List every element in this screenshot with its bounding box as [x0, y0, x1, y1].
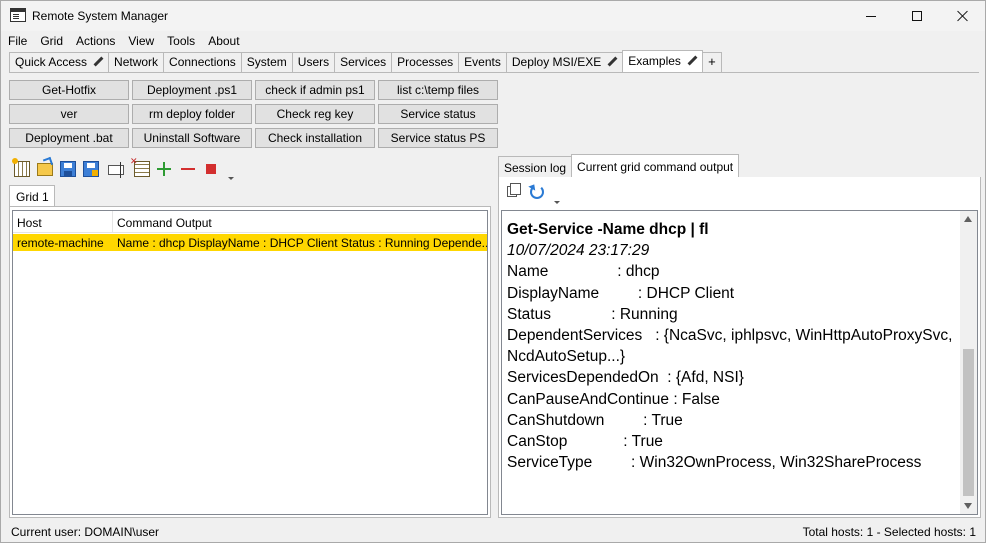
- status-current-user: Current user: DOMAIN\user: [11, 525, 160, 539]
- status-host-count: Total hosts: 1 - Selected hosts: 1: [802, 525, 976, 539]
- tab-current-grid-command-output[interactable]: Current grid command output: [571, 154, 740, 177]
- tab-label: Services: [340, 55, 387, 69]
- output-line: CanShutdown : True: [507, 411, 683, 429]
- app-icon: [10, 8, 26, 22]
- title-bar[interactable]: Remote System Manager: [1, 1, 985, 31]
- host-grid[interactable]: Host Command Output remote-machine Name …: [12, 210, 488, 515]
- cell-command-output: Name : dhcp DisplayName : DHCP Client St…: [117, 236, 488, 250]
- tab-label: Events: [464, 55, 501, 69]
- window-title: Remote System Manager: [32, 9, 169, 23]
- tab-session-log[interactable]: Session log: [498, 156, 573, 177]
- tab-label: Connections: [169, 55, 236, 69]
- grid-header: Host Command Output: [13, 211, 487, 233]
- add-tab-button[interactable]: +: [701, 52, 722, 72]
- menu-tools[interactable]: Tools: [160, 32, 201, 51]
- scroll-up-icon[interactable]: [964, 216, 972, 222]
- tab-system[interactable]: System: [240, 52, 293, 72]
- column-header-host[interactable]: Host: [13, 211, 113, 233]
- output-line: Name : dhcp: [507, 263, 660, 281]
- maximize-icon: [912, 11, 922, 21]
- service-status-button[interactable]: Service status: [378, 104, 498, 124]
- list-temp-files-button[interactable]: list c:\temp files: [378, 80, 498, 100]
- rename-icon[interactable]: [108, 162, 124, 178]
- tab-deploy-msi-exe[interactable]: Deploy MSI/EXE: [505, 52, 624, 72]
- scroll-down-icon[interactable]: [964, 503, 972, 509]
- output-line: DisplayName : DHCP Client: [507, 284, 735, 302]
- maximize-button[interactable]: [894, 1, 940, 31]
- menu-actions[interactable]: Actions: [69, 32, 121, 51]
- remove-icon[interactable]: [180, 161, 196, 177]
- tab-label: Users: [297, 55, 330, 69]
- uninstall-software-button[interactable]: Uninstall Software: [132, 128, 252, 148]
- command-output-box[interactable]: Get-Service -Name dhcp | fl 10/07/2024 2…: [501, 210, 978, 515]
- column-header-command-output[interactable]: Command Output: [113, 211, 487, 233]
- output-line: ServiceType : Win32OwnProcess, Win32Shar…: [507, 454, 922, 472]
- check-if-admin-button[interactable]: check if admin ps1: [255, 80, 375, 100]
- table-row[interactable]: remote-machine Name : dhcp DisplayName :…: [13, 234, 488, 251]
- stop-icon[interactable]: [203, 161, 219, 177]
- menu-bar: File Grid Actions View Tools About: [1, 32, 246, 51]
- save-icon[interactable]: [60, 161, 76, 177]
- command-output-text: Get-Service -Name dhcp | fl 10/07/2024 2…: [507, 219, 957, 473]
- copy-icon[interactable]: [507, 183, 521, 197]
- tab-label: Network: [114, 55, 159, 69]
- output-tab-bar: Session log Current grid command output: [498, 154, 981, 178]
- output-line: DependentServices : {NcaSvc, iphlpsvc, W…: [507, 327, 957, 366]
- add-icon[interactable]: [156, 161, 172, 177]
- refresh-icon[interactable]: [530, 185, 544, 199]
- new-grid-icon[interactable]: [12, 158, 30, 177]
- open-icon[interactable]: [37, 163, 53, 176]
- tab-users[interactable]: Users: [291, 52, 336, 72]
- tab-label: Deploy MSI/EXE: [511, 55, 602, 69]
- output-toolbar-overflow-icon[interactable]: [554, 201, 560, 204]
- save-as-icon[interactable]: [83, 161, 99, 177]
- get-hotfix-button[interactable]: Get-Hotfix: [9, 80, 129, 100]
- output-line: CanPauseAndContinue : False: [507, 390, 720, 408]
- output-line: ServicesDependedOn : {Afd, NSI}: [507, 369, 744, 387]
- minimize-button[interactable]: [848, 1, 894, 31]
- output-timestamp: 10/07/2024 23:17:29: [507, 242, 650, 260]
- output-line: CanStop : True: [507, 433, 663, 451]
- tab-events[interactable]: Events: [458, 52, 507, 72]
- grid-panel: Host Command Output remote-machine Name …: [9, 206, 491, 518]
- tab-label: Examples: [628, 54, 681, 68]
- service-status-ps-button[interactable]: Service status PS: [378, 128, 498, 148]
- close-icon: [957, 10, 969, 22]
- check-installation-button[interactable]: Check installation: [255, 128, 375, 148]
- vertical-scrollbar[interactable]: [960, 211, 977, 514]
- tab-examples[interactable]: Examples: [622, 50, 703, 72]
- tab-services[interactable]: Services: [334, 52, 393, 72]
- toolbar-overflow-icon[interactable]: [228, 177, 234, 180]
- pencil-icon[interactable]: [607, 57, 617, 67]
- ver-button[interactable]: ver: [9, 104, 129, 124]
- output-command: Get-Service -Name dhcp | fl: [507, 221, 709, 238]
- tab-label: Processes: [397, 55, 454, 69]
- cell-host: remote-machine: [17, 236, 104, 250]
- grid-tab[interactable]: Grid 1: [9, 185, 55, 207]
- close-button[interactable]: [940, 1, 986, 31]
- tab-label: Quick Access: [15, 55, 88, 69]
- menu-view[interactable]: View: [121, 32, 160, 51]
- pencil-icon[interactable]: [93, 57, 103, 67]
- menu-file[interactable]: File: [1, 32, 33, 51]
- tab-network[interactable]: Network: [108, 52, 165, 72]
- deployment-bat-button[interactable]: Deployment .bat: [9, 128, 129, 148]
- rm-deploy-folder-button[interactable]: rm deploy folder: [132, 104, 252, 124]
- menu-about[interactable]: About: [201, 32, 245, 51]
- scrollbar-thumb[interactable]: [963, 349, 974, 496]
- tab-quick-access[interactable]: Quick Access: [9, 52, 110, 72]
- tab-connections[interactable]: Connections: [163, 52, 242, 72]
- menu-grid[interactable]: Grid: [33, 32, 69, 51]
- check-reg-key-button[interactable]: Check reg key: [255, 104, 375, 124]
- tab-label: System: [246, 55, 287, 69]
- output-line: Status : Running: [507, 305, 678, 323]
- minimize-icon: [866, 15, 876, 17]
- pencil-icon[interactable]: [687, 56, 697, 66]
- remove-columns-icon[interactable]: [130, 156, 150, 177]
- tab-processes[interactable]: Processes: [391, 52, 460, 72]
- app-window: Remote System Manager File Grid Actions …: [0, 0, 986, 543]
- main-tab-bar: Quick Access Network Connections System …: [9, 50, 979, 73]
- deployment-ps1-button[interactable]: Deployment .ps1: [132, 80, 252, 100]
- output-panel: Get-Service -Name dhcp | fl 10/07/2024 2…: [498, 177, 981, 518]
